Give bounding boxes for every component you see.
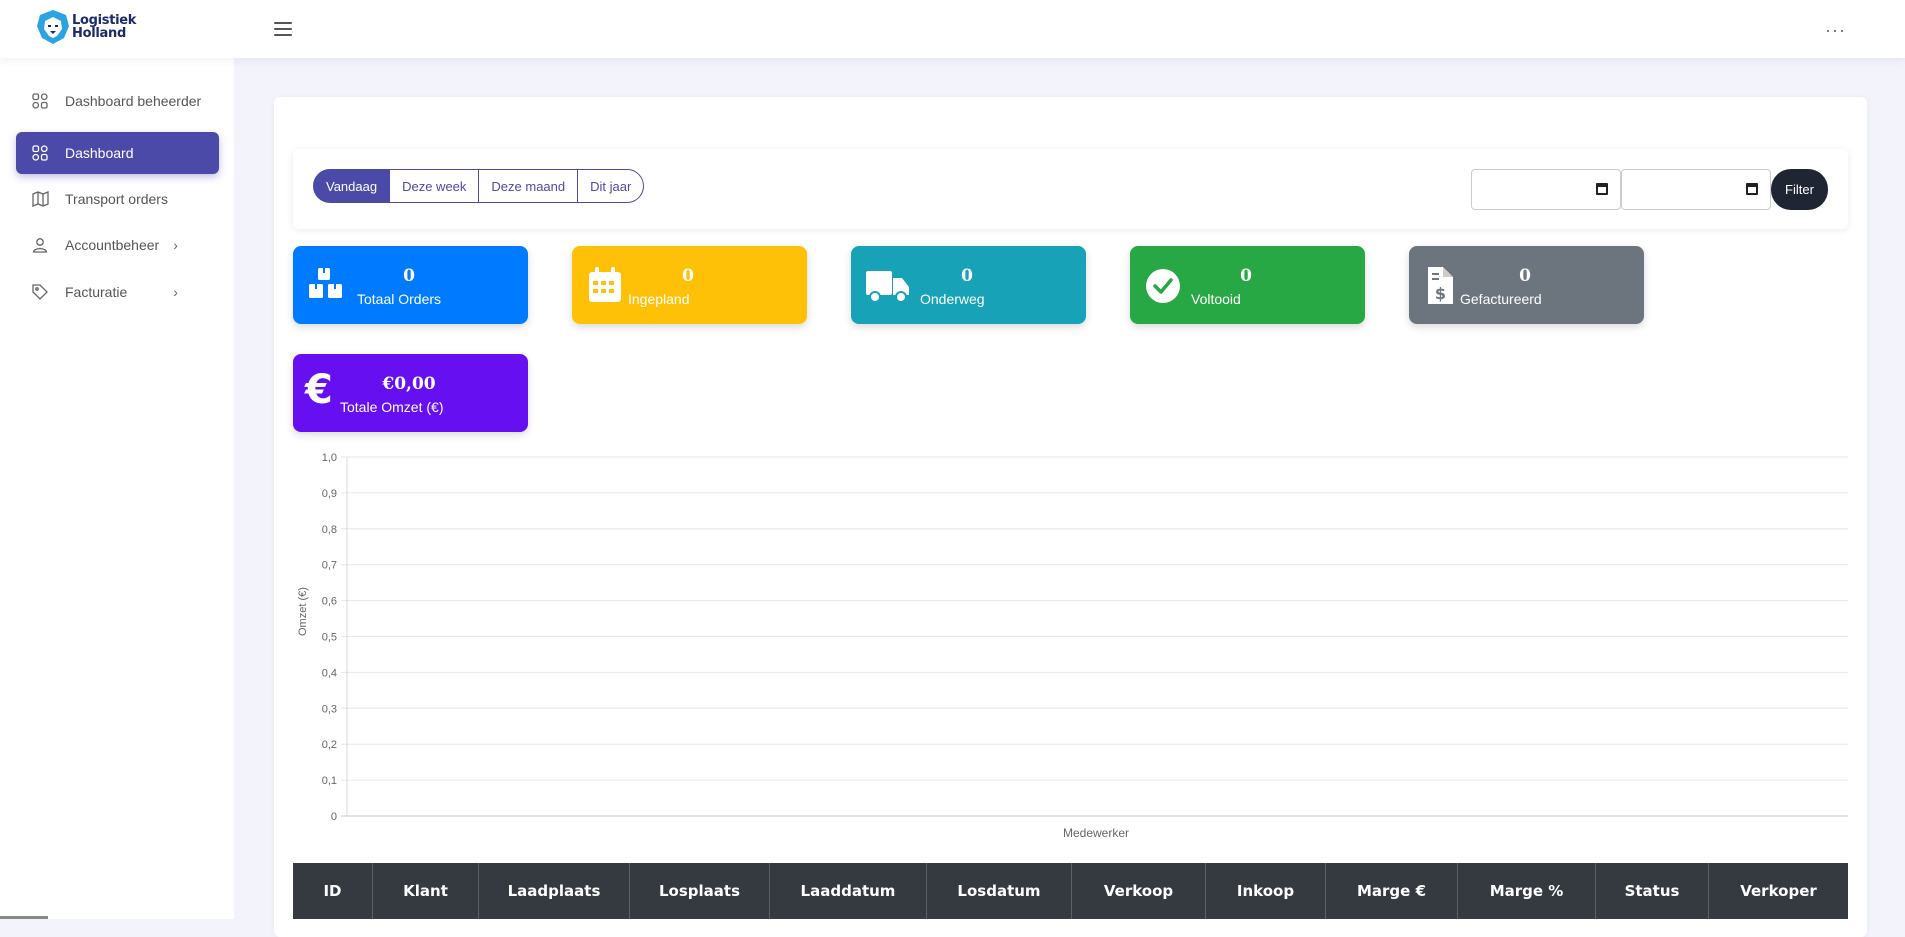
sidebar-item-label: Facturatie	[65, 284, 128, 300]
stat-value: 0	[403, 266, 415, 286]
date-to-input[interactable]	[1621, 169, 1771, 210]
stat-value: 0	[682, 266, 694, 286]
sidebar-item-facturatie[interactable]: Facturatie ›	[16, 271, 219, 313]
stat-card-ingepland: 0 Ingepland	[572, 246, 807, 324]
y-tick-label: 0,6	[322, 596, 337, 608]
map-icon	[30, 189, 50, 209]
lion-logo-icon	[37, 10, 69, 44]
period-month-button[interactable]: Deze maand	[478, 169, 579, 203]
chevron-right-icon: ›	[173, 284, 178, 300]
boxes-icon	[309, 268, 342, 298]
y-tick-label: 0,5	[322, 632, 337, 644]
stat-card-totaal-orders: 0 Totaal Orders	[293, 246, 528, 324]
stat-label: Voltooid	[1191, 291, 1241, 307]
stat-label: Totale Omzet (€)	[340, 399, 444, 415]
y-tick-label: 0,1	[322, 775, 337, 787]
revenue-chart: 0 0,1 0,2 0,3 0,4 0,5 0,6 0,7 0,8 0,9 1,0	[322, 452, 1848, 823]
stat-label: Ingepland	[628, 291, 690, 307]
logo[interactable]: Logistiek Holland	[36, 9, 136, 45]
sidebar: Dashboard beheerder Dashboard Transport …	[0, 58, 234, 919]
y-tick-label: 1,0	[322, 452, 337, 464]
calendar-icon	[589, 267, 621, 302]
top-bar: Logistiek Holland ···	[0, 0, 1905, 58]
calendar-picker-icon[interactable]	[1746, 183, 1758, 195]
y-tick-label: 0,3	[322, 703, 337, 715]
filter-bar: Vandaag Deze week Deze maand Dit jaar Fi…	[293, 149, 1848, 229]
sidebar-item-dashboard-beheerder[interactable]: Dashboard beheerder	[16, 80, 219, 122]
sidebar-item-label: Dashboard	[65, 145, 134, 161]
stat-label: Onderweg	[920, 291, 985, 307]
y-tick-label: 0,4	[322, 667, 337, 679]
stat-value: 0	[1240, 266, 1252, 286]
invoice-icon: $	[1428, 267, 1453, 304]
column-header[interactable]: Marge €	[1326, 863, 1458, 919]
logo-line-2: Holland	[72, 26, 126, 41]
check-circle-icon	[1146, 269, 1180, 303]
stat-card-voltooid: 0 Voltooid	[1130, 246, 1365, 324]
truck-icon	[866, 271, 909, 303]
column-header[interactable]: Klant	[373, 863, 479, 919]
column-header[interactable]: Laaddatum	[770, 863, 927, 919]
tag-icon	[30, 282, 50, 302]
hamburger-icon[interactable]	[274, 22, 292, 36]
period-today-button[interactable]: Vandaag	[313, 169, 391, 203]
column-header[interactable]: Laadplaats	[479, 863, 630, 919]
y-tick-label: 0,9	[322, 488, 337, 500]
euro-icon: €	[305, 367, 333, 413]
column-header[interactable]: Inkoop	[1206, 863, 1326, 919]
column-header[interactable]: Verkoper	[1709, 863, 1848, 919]
y-tick-label: 0	[331, 811, 337, 823]
stat-value: €0,00	[382, 374, 436, 394]
stat-card-totale-omzet: € €0,00 Totale Omzet (€)	[293, 354, 528, 432]
stat-label: Totaal Orders	[357, 291, 442, 307]
y-tick-label: 0,2	[322, 739, 337, 751]
grid-icon	[30, 143, 50, 163]
column-header[interactable]: Losdatum	[927, 863, 1072, 919]
y-tick-label: 0,7	[322, 560, 337, 572]
period-year-button[interactable]: Dit jaar	[577, 169, 645, 203]
column-header[interactable]: Losplaats	[630, 863, 770, 919]
more-dots-icon[interactable]: ···	[1825, 20, 1846, 41]
column-header[interactable]: Verkoop	[1072, 863, 1206, 919]
calendar-picker-icon[interactable]	[1596, 183, 1608, 195]
logo-text: Logistiek Holland	[72, 14, 136, 40]
period-week-button[interactable]: Deze week	[389, 169, 480, 203]
y-axis-label: Omzet (€)	[297, 587, 309, 636]
date-from-input[interactable]	[1471, 169, 1621, 210]
sidebar-item-label: Transport orders	[65, 191, 168, 207]
column-header[interactable]: Status	[1596, 863, 1709, 919]
stat-label: Gefactureerd	[1460, 291, 1542, 307]
stat-value: 0	[961, 266, 973, 286]
grid-icon	[30, 91, 50, 111]
sidebar-item-accountbeheer[interactable]: Accountbeheer ›	[16, 224, 219, 266]
stat-card-gefactureerd: $ 0 Gefactureerd	[1409, 246, 1644, 324]
column-header[interactable]: ID	[293, 863, 373, 919]
period-button-group: Vandaag Deze week Deze maand Dit jaar	[313, 169, 645, 203]
sidebar-item-label: Accountbeheer	[65, 237, 160, 253]
column-header[interactable]: Marge %	[1458, 863, 1596, 919]
user-icon	[30, 235, 50, 255]
stat-value: 0	[1519, 266, 1531, 286]
orders-table-header: ID Klant Laadplaats Losplaats Laaddatum Losda…	[293, 863, 1848, 919]
sidebar-item-dashboard[interactable]: Dashboard	[16, 132, 219, 174]
x-axis-label: Medewerker	[1063, 826, 1130, 840]
chevron-right-icon: ›	[173, 237, 178, 253]
sidebar-item-transport-orders[interactable]: Transport orders	[16, 178, 219, 220]
svg-text:$: $	[1435, 284, 1446, 303]
y-tick-label: 0,8	[322, 524, 337, 536]
sidebar-item-label: Dashboard beheerder	[65, 93, 202, 109]
filter-button[interactable]: Filter	[1771, 169, 1828, 210]
stat-card-onderweg: 0 Onderweg	[851, 246, 1086, 324]
